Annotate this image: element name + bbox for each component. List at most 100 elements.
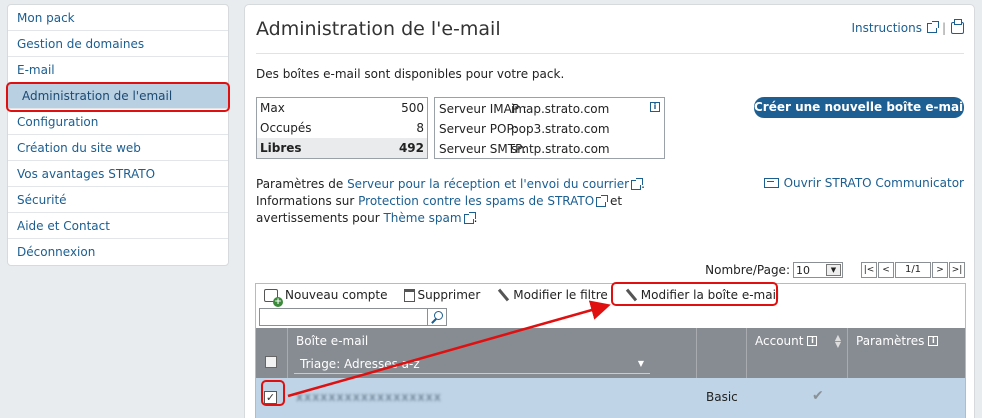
server-row-pop: Serveur POP: pop3.strato.com xyxy=(439,119,660,139)
spam-protection-link[interactable]: Protection contre les spams de STRATO xyxy=(358,194,594,208)
page-title: Administration de l'e-mail xyxy=(256,18,501,40)
params-text: Paramètres de Serveur pour la réception … xyxy=(256,176,645,227)
instructions-label: Instructions xyxy=(851,21,922,35)
first-page-button[interactable]: |< xyxy=(861,262,877,278)
params-text-pre: avertissements pour xyxy=(256,211,384,225)
last-page-button[interactable]: >| xyxy=(949,262,965,278)
table-header: Boîte e-mail Triage: Adresses a-z ▼ Acco… xyxy=(256,328,965,378)
sidebar-item-mon-pack[interactable]: Mon pack xyxy=(8,5,228,31)
stats-value: 500 xyxy=(401,101,424,115)
stats-label: Libres xyxy=(260,141,302,155)
server-row-imap: Serveur IMAP : imap.strato.com xyxy=(439,99,660,119)
per-page-select[interactable]: 10 ▼ xyxy=(793,262,843,278)
column-account[interactable]: Account i ▲ ▼ xyxy=(747,328,848,378)
sidebar-item-securite[interactable]: Sécurité xyxy=(8,187,228,213)
stats-label: Occupés xyxy=(260,121,312,135)
info-icon[interactable]: i xyxy=(807,336,818,346)
sidebar-item-aide-contact[interactable]: Aide et Contact xyxy=(8,213,228,239)
page-indicator: 1/1 xyxy=(895,262,931,278)
new-account-label: Nouveau compte xyxy=(285,288,388,302)
prev-page-button[interactable]: < xyxy=(878,262,894,278)
main-panel: Administration de l'e-mail Instructions … xyxy=(244,4,975,418)
stats-value: 8 xyxy=(416,121,424,135)
chevron-down-icon: ▼ xyxy=(826,264,841,276)
external-link-icon xyxy=(631,177,644,190)
trash-icon xyxy=(403,288,415,302)
pagination: Nombre/Page: 10 ▼ |< < 1/1 > >| xyxy=(705,262,965,278)
highlight-row-checkbox xyxy=(261,380,285,406)
search-input[interactable] xyxy=(259,308,428,326)
column-params: Paramètres i xyxy=(848,328,965,378)
stats-value: 492 xyxy=(398,141,424,155)
sidebar-item-email[interactable]: E-mail xyxy=(8,57,228,83)
params-text-post: et xyxy=(606,194,623,208)
stats-label: Max xyxy=(260,101,285,115)
communicator-label: Ouvrir STRATO Communicator xyxy=(783,176,964,190)
per-page-value: 10 xyxy=(796,263,810,277)
params-text-pre: Informations sur xyxy=(256,194,359,208)
column-params-label: Paramètres xyxy=(856,334,925,348)
sidebar-item-configuration[interactable]: Configuration xyxy=(8,109,228,135)
pencil-icon xyxy=(496,288,510,302)
server-row-smtp: Serveur SMTP: smtp.strato.com xyxy=(439,139,660,159)
sort-icon[interactable]: ▲ ▼ xyxy=(835,334,841,349)
per-page-label: Nombre/Page: xyxy=(705,263,790,277)
column-email: Boîte e-mail Triage: Adresses a-z ▼ xyxy=(288,328,697,378)
title-divider xyxy=(256,53,964,54)
external-link-icon xyxy=(926,21,939,33)
highlight-sidebar-item xyxy=(6,82,230,112)
row-account-type: Basic xyxy=(706,390,738,404)
checkmark-icon: ✔ xyxy=(812,388,824,404)
intro-text: Des boîtes e-mail sont disponibles pour … xyxy=(256,67,565,81)
instructions-link[interactable]: Instructions | xyxy=(851,19,964,35)
stats-row-occupes: Occupés 8 xyxy=(257,118,427,138)
communicator-icon xyxy=(763,178,779,188)
next-page-button[interactable]: > xyxy=(932,262,948,278)
sidebar-item-deconnexion[interactable]: Déconnexion xyxy=(8,239,228,265)
edit-filter-button[interactable]: Modifier le filtre xyxy=(496,288,608,302)
column-params-header: Paramètres i xyxy=(856,334,939,348)
delete-button[interactable]: Supprimer xyxy=(403,288,481,302)
row-email-address: xxxxxxxxxxxxxxxxxx xyxy=(296,390,442,404)
print-icon[interactable] xyxy=(951,19,964,34)
add-account-icon xyxy=(264,288,283,307)
open-communicator-link[interactable]: Ouvrir STRATO Communicator xyxy=(763,176,964,190)
stats-row-libres: Libres 492 xyxy=(257,138,427,158)
info-icon[interactable]: i xyxy=(650,102,660,112)
server-label: Serveur SMTP: xyxy=(439,142,527,156)
sort-select-value: Triage: Adresses a-z xyxy=(300,357,420,371)
column-account-label: Account xyxy=(755,334,804,348)
sidebar-item-avantages[interactable]: Vos avantages STRATO xyxy=(8,161,228,187)
edit-filter-label: Modifier le filtre xyxy=(513,288,608,302)
select-all-checkbox[interactable] xyxy=(265,356,277,368)
server-label: Serveur POP: xyxy=(439,122,518,136)
spam-theme-link[interactable]: Thème spam xyxy=(383,211,461,225)
server-settings-link[interactable]: Serveur pour la réception et l'envoi du … xyxy=(347,177,629,191)
sidebar-item-gestion-domaines[interactable]: Gestion de domaines xyxy=(8,31,228,57)
info-icon[interactable]: i xyxy=(928,336,939,346)
external-link-icon xyxy=(596,194,609,207)
server-label: Serveur IMAP : xyxy=(439,102,527,116)
delete-label: Supprimer xyxy=(417,288,481,302)
header-separator: | xyxy=(941,21,946,35)
sort-select[interactable]: Triage: Adresses a-z ▼ xyxy=(294,354,650,374)
search-icon[interactable] xyxy=(428,308,447,326)
server-value: pop3.strato.com xyxy=(511,122,610,136)
column-spacer xyxy=(697,328,747,378)
params-text-pre: Paramètres de xyxy=(256,177,348,191)
column-account-header: Account i xyxy=(755,334,818,348)
chevron-down-icon: ▼ xyxy=(637,359,644,368)
new-account-button[interactable]: Nouveau compte xyxy=(264,288,388,307)
stats-row-max: Max 500 xyxy=(257,98,427,118)
header-check-column xyxy=(256,328,288,378)
sidebar-item-creation-site[interactable]: Création du site web xyxy=(8,135,228,161)
create-mailbox-button[interactable]: Créer une nouvelle boîte e-mail xyxy=(754,97,967,118)
table-row[interactable]: ✓ xxxxxxxxxxxxxxxxxx Basic ✔ xyxy=(256,378,965,418)
search-row xyxy=(256,306,965,328)
server-value: smtp.strato.com xyxy=(511,142,610,156)
column-email-label: Boîte e-mail xyxy=(296,334,369,348)
server-info-box: Serveur IMAP : imap.strato.com Serveur P… xyxy=(434,97,665,159)
mailbox-table: Nouveau compte Supprimer Modifier le fil… xyxy=(255,283,966,418)
mailbox-stats-table: Max 500 Occupés 8 Libres 492 xyxy=(256,97,428,159)
server-value: imap.strato.com xyxy=(511,102,610,116)
